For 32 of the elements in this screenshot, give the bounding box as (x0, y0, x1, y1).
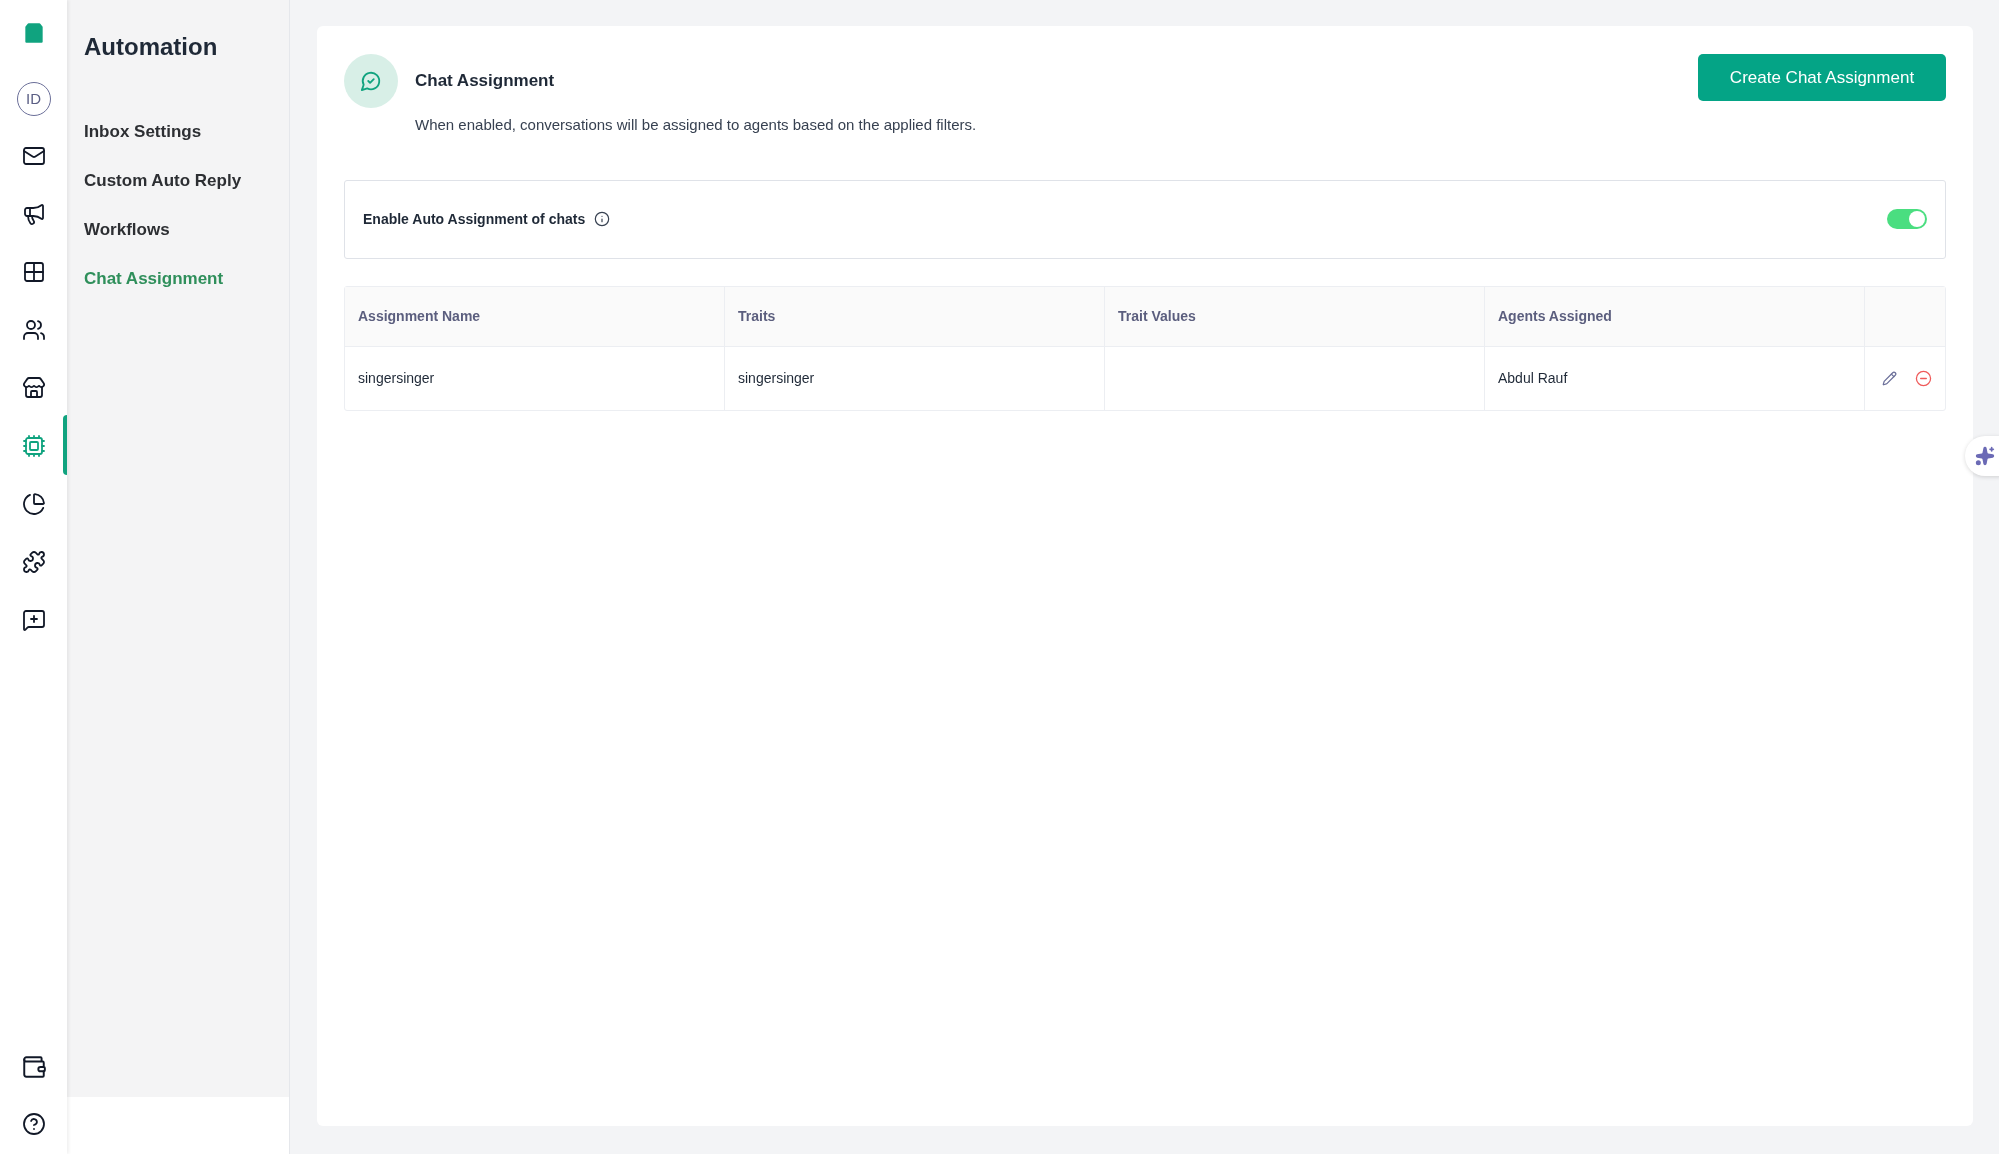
column-header: Trait Values (1105, 286, 1485, 346)
wallet-icon[interactable] (20, 1054, 47, 1080)
megaphone-icon[interactable] (21, 202, 46, 226)
page-title: Chat Assignment (415, 70, 555, 93)
column-header: Assignment Name (345, 286, 725, 346)
sidebar-title: Automation (84, 32, 219, 62)
page-description: When enabled, conversations will be assigned to agents based on the applied filters. (415, 115, 977, 135)
remove-icon[interactable] (1915, 369, 1932, 387)
store-icon[interactable] (21, 376, 46, 400)
puzzle-icon[interactable] (21, 550, 46, 574)
mail-icon[interactable] (21, 144, 46, 168)
message-plus-icon[interactable] (21, 608, 46, 632)
column-header: Agents Assigned (1485, 286, 1865, 346)
info-icon[interactable] (594, 211, 611, 227)
sidebar-item[interactable]: Custom Auto Reply (84, 169, 272, 193)
toggle-switch[interactable] (1887, 209, 1927, 229)
table-cell-text: singersinger (358, 368, 435, 388)
help-icon[interactable] (21, 1112, 46, 1136)
pie-chart-icon[interactable] (21, 492, 46, 516)
table-cell-text: singersinger (738, 368, 815, 388)
sparkles-icon (1975, 446, 1995, 466)
edit-icon[interactable] (1882, 370, 1897, 386)
auto-assign-label: Enable Auto Assignment of chats (363, 209, 586, 229)
sidebar-item[interactable]: Workflows (84, 218, 272, 242)
sidebar-item[interactable]: Inbox Settings (84, 120, 272, 144)
chip-icon[interactable] (21, 434, 46, 458)
grid-icon[interactable] (21, 260, 46, 284)
users-icon[interactable] (21, 318, 46, 342)
sidebar-item[interactable]: Chat Assignment (84, 267, 272, 291)
chat-check-icon (344, 54, 398, 108)
table-cell-text: Abdul Rauf (1498, 368, 1568, 388)
column-header: Traits (725, 286, 1105, 346)
